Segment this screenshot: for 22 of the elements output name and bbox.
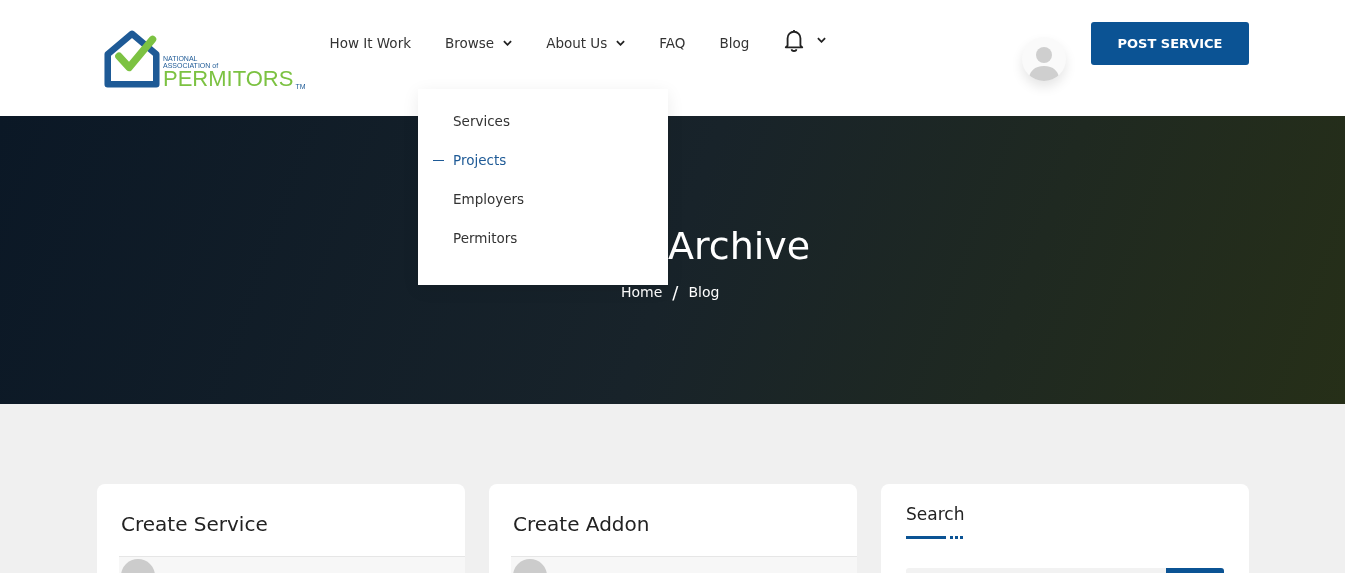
post-service-button[interactable]: POST SERVICE xyxy=(1091,21,1249,65)
nav-link[interactable]: How It Work xyxy=(329,35,411,51)
dropdown-item[interactable]: Permitors xyxy=(432,228,518,267)
breadcrumb-separator: / xyxy=(672,281,679,303)
card-title: Create Addon xyxy=(513,512,651,536)
dropdown-item[interactable]: Employers xyxy=(432,189,525,228)
nav-link[interactable]: About Us xyxy=(546,35,626,51)
logo-wordmark: PERMITORS xyxy=(163,69,294,90)
page-title: Archive xyxy=(668,226,812,268)
nav-link[interactable]: Browse xyxy=(445,35,513,51)
nav-link[interactable]: Blog xyxy=(719,35,750,51)
title-underline xyxy=(906,536,964,540)
breadcrumb-link[interactable]: Home xyxy=(621,284,663,301)
widget-title: Search xyxy=(906,504,966,524)
dropdown-item[interactable]: Projects xyxy=(432,150,507,189)
dropdown-item[interactable]: Services xyxy=(432,111,510,150)
house-check-icon xyxy=(104,28,160,90)
notifications-button[interactable] xyxy=(783,28,827,52)
breadcrumb-current: Blog xyxy=(688,284,720,301)
card-title: Create Service xyxy=(121,512,269,536)
bell-icon xyxy=(783,28,806,52)
nav-link[interactable]: FAQ xyxy=(659,35,686,51)
